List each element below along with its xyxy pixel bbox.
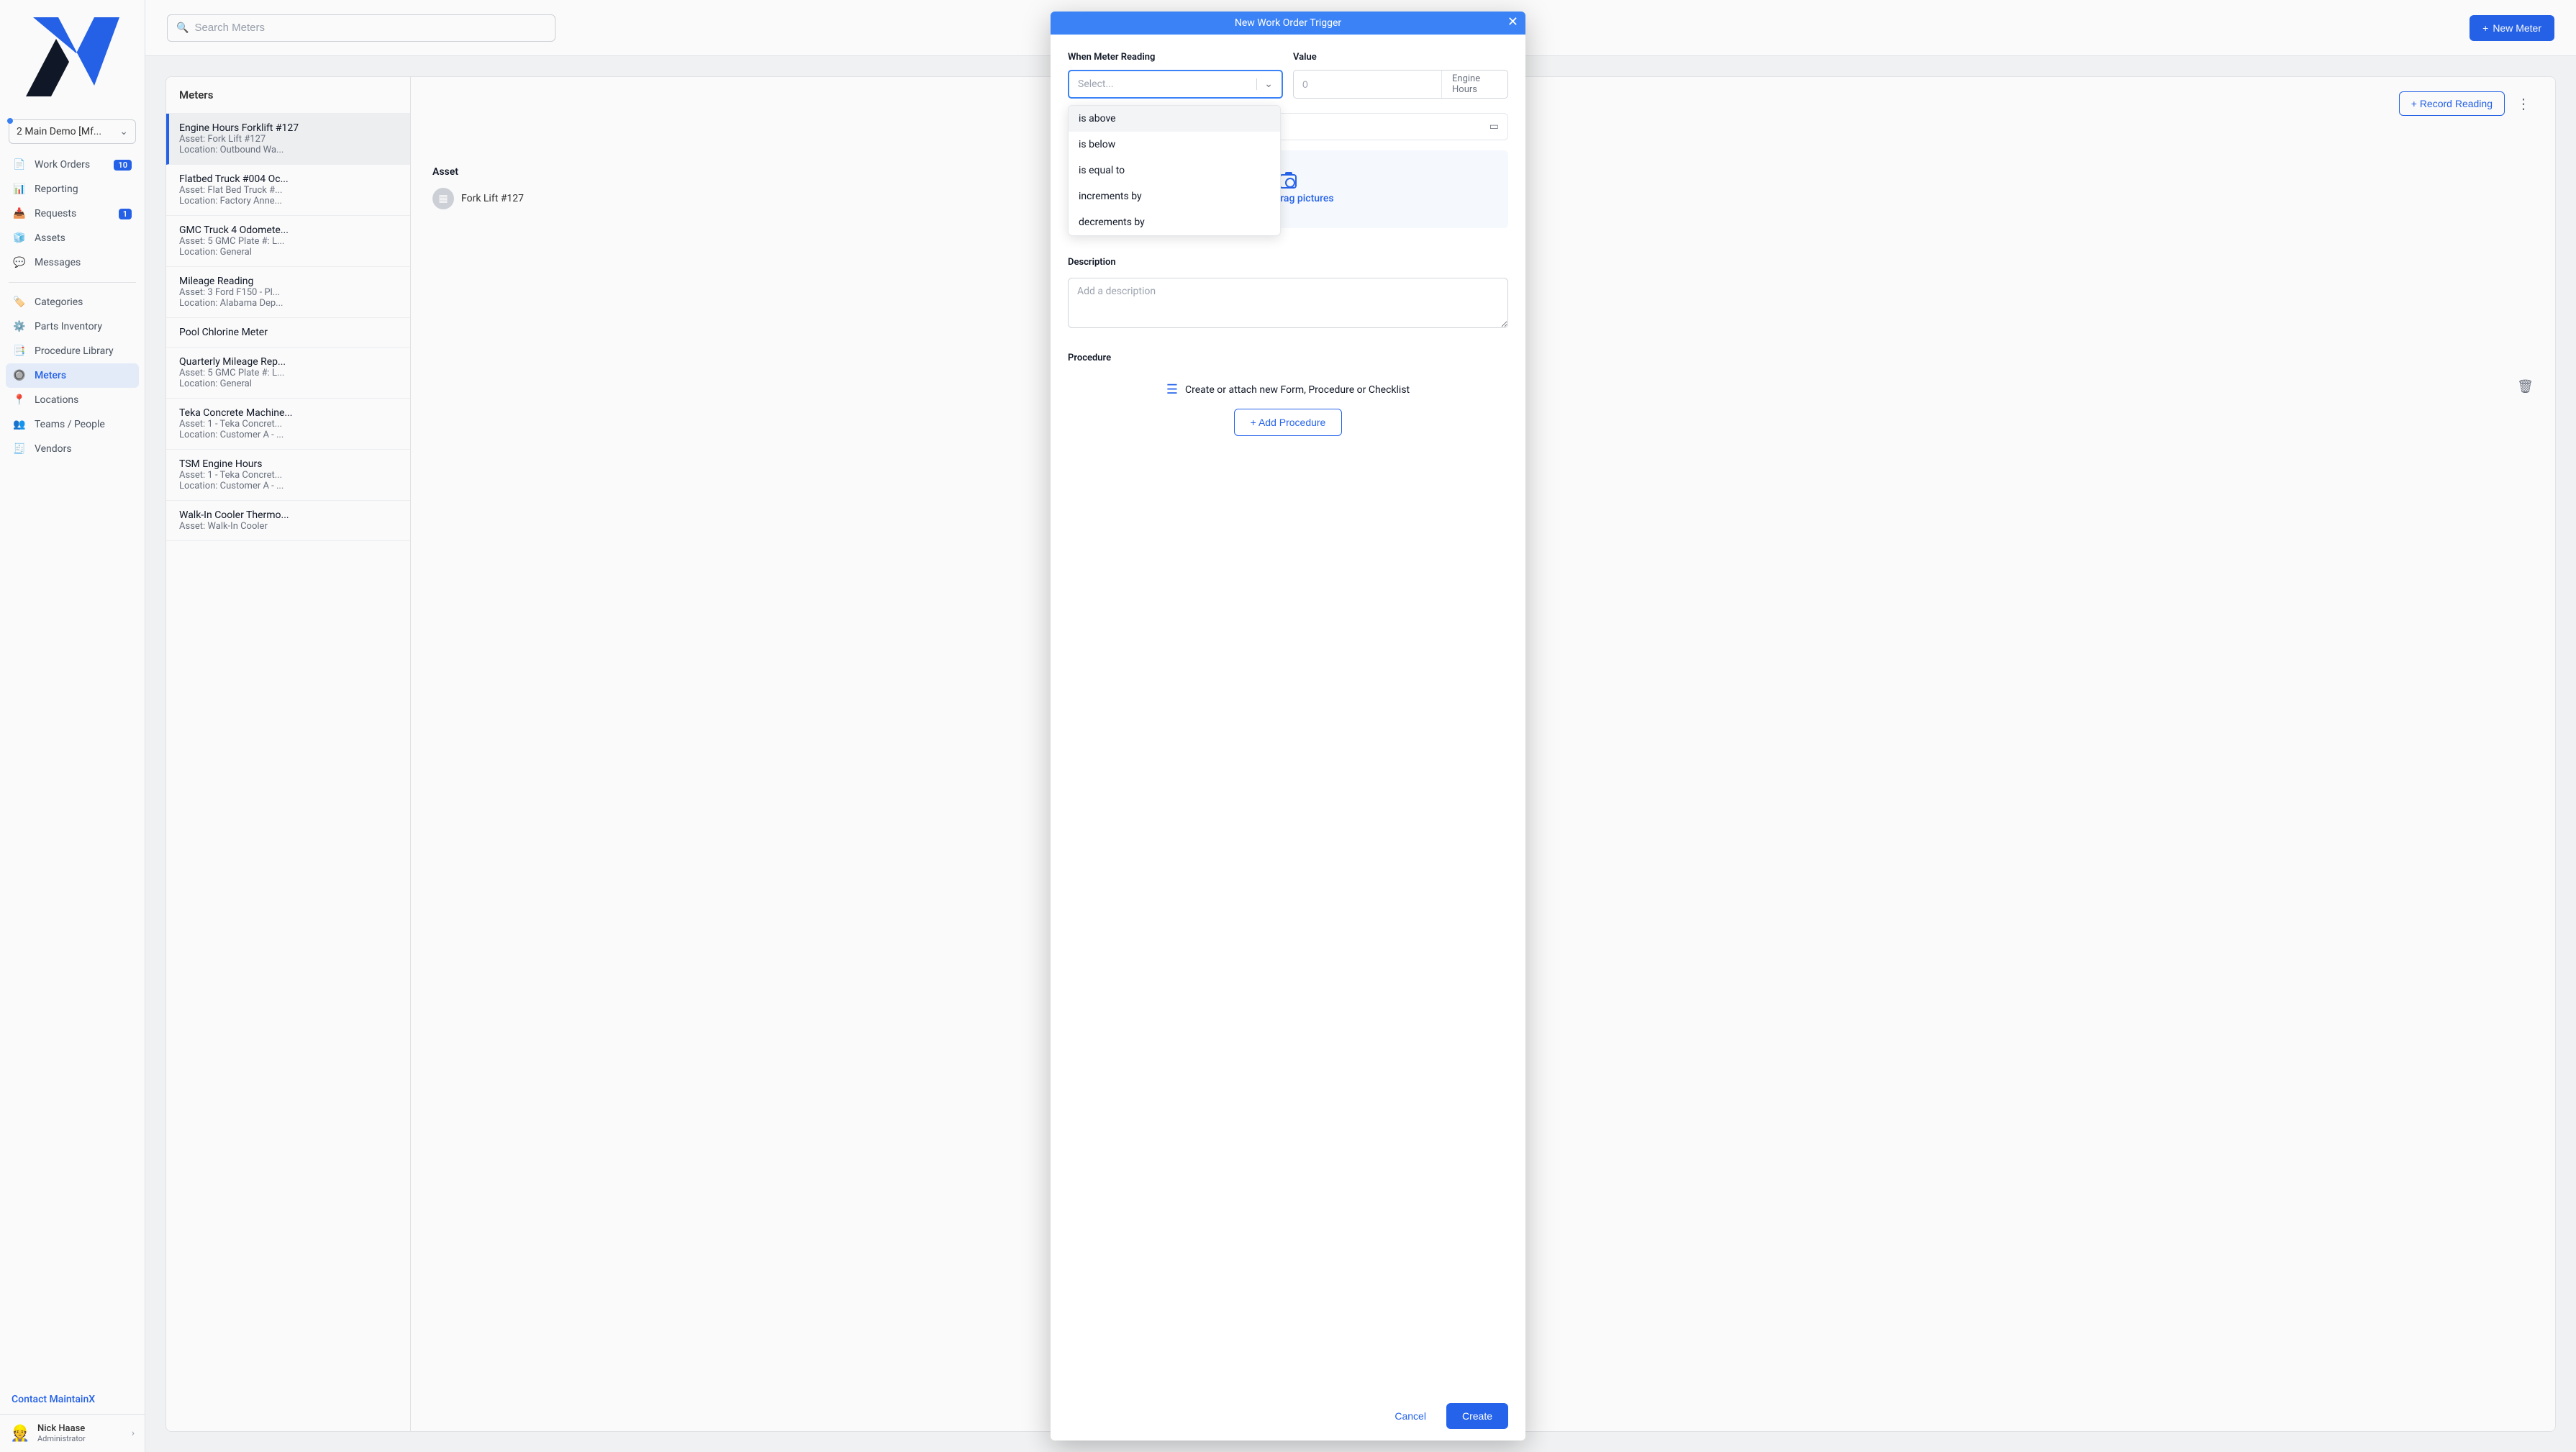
- value-input-group: Engine Hours: [1293, 70, 1508, 99]
- dropdown-option[interactable]: is below: [1069, 132, 1280, 158]
- modal-overlay: New Work Order Trigger ✕ When Meter Read…: [0, 0, 2576, 1452]
- description-label: Description: [1068, 257, 1508, 268]
- modal-title: New Work Order Trigger: [1235, 17, 1341, 29]
- card-icon: ▭: [1489, 121, 1499, 132]
- value-unit: Engine Hours: [1441, 71, 1507, 98]
- modal-header: New Work Order Trigger ✕: [1051, 12, 1525, 35]
- chevron-down-icon: ⌄: [1256, 78, 1273, 90]
- modal-footer: Cancel Create: [1051, 1392, 1525, 1440]
- dropdown-option[interactable]: is equal to: [1069, 158, 1280, 183]
- modal-body: When Meter Reading Select... ⌄ is abovei…: [1051, 35, 1525, 1392]
- when-reading-label: When Meter Reading: [1068, 52, 1283, 63]
- dropdown-option[interactable]: is above: [1069, 106, 1280, 132]
- when-reading-select[interactable]: Select... ⌄: [1068, 70, 1283, 99]
- dropdown-option[interactable]: increments by: [1069, 183, 1280, 209]
- add-procedure-button[interactable]: + Add Procedure: [1234, 409, 1343, 436]
- close-icon[interactable]: ✕: [1507, 16, 1518, 29]
- procedure-hint: Create or attach new Form, Procedure or …: [1185, 384, 1410, 396]
- when-reading-placeholder: Select...: [1078, 78, 1114, 90]
- camera-icon: [1279, 174, 1297, 189]
- create-button[interactable]: Create: [1446, 1403, 1508, 1429]
- dropdown-option[interactable]: decrements by: [1069, 209, 1280, 235]
- list-icon: ☰: [1166, 382, 1178, 397]
- description-textarea[interactable]: [1068, 278, 1508, 328]
- when-reading-dropdown: is aboveis belowis equal toincrements by…: [1068, 105, 1281, 236]
- cancel-button[interactable]: Cancel: [1394, 1410, 1426, 1422]
- new-trigger-modal: New Work Order Trigger ✕ When Meter Read…: [1051, 12, 1525, 1440]
- value-label: Value: [1293, 52, 1508, 63]
- procedure-label: Procedure: [1068, 353, 1508, 363]
- value-input[interactable]: [1294, 78, 1441, 90]
